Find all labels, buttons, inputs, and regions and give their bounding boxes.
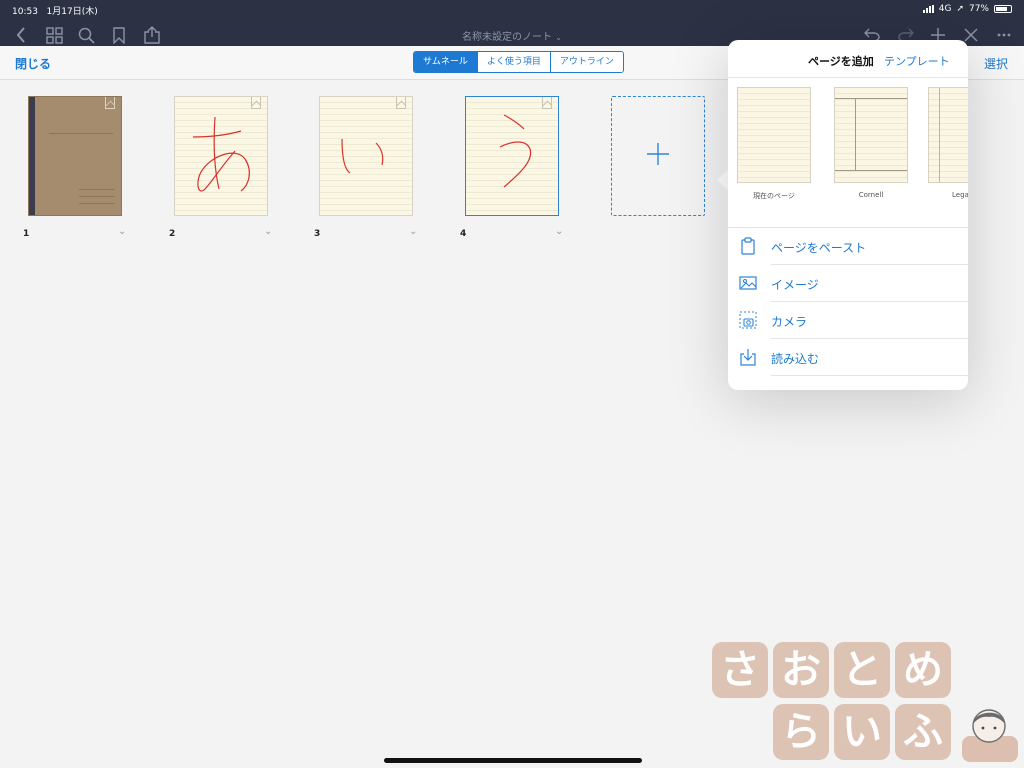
template-label: Lega (952, 191, 968, 199)
watermark-char: い (834, 704, 890, 760)
popover-title: ページを追加 (808, 55, 874, 68)
action-label: 読み込む (771, 352, 820, 366)
cornell-rule (835, 170, 907, 171)
segment-favorites[interactable]: よく使う項目 (476, 52, 550, 72)
close-button[interactable]: 閉じる (15, 55, 51, 72)
action-label: イメージ (771, 278, 819, 292)
add-page-button[interactable] (611, 96, 705, 216)
watermark-char: ら (773, 704, 829, 760)
template-link[interactable]: テンプレート (884, 53, 950, 69)
bookmark-icon[interactable] (396, 97, 406, 109)
cover-rule (49, 133, 113, 134)
action-image[interactable]: イメージ (728, 265, 968, 302)
page-number: 2 (169, 229, 176, 239)
template-cornell[interactable] (834, 87, 908, 183)
page-number: 1 (23, 229, 30, 239)
template-current-page[interactable] (737, 87, 811, 183)
chevron-down-icon: ⌄ (555, 33, 562, 42)
clipboard-icon (739, 237, 757, 255)
watermark-row-2: ら い ふ (773, 704, 951, 760)
template-label: 現在のページ (753, 192, 795, 200)
cover-rule (79, 203, 115, 204)
action-import[interactable]: 読み込む (728, 339, 968, 376)
legal-margin (939, 88, 940, 182)
watermark-row-1: さ お と め (712, 642, 951, 698)
segment-thumbnails[interactable]: サムネール (414, 52, 477, 72)
status-date: 1月17日(木) (46, 7, 98, 17)
signal-icon (922, 5, 934, 13)
plus-icon (646, 139, 670, 174)
cover-rule (79, 196, 115, 197)
page-thumbnail-1[interactable] (28, 96, 122, 216)
action-paste-page[interactable]: ページをペースト (728, 228, 968, 265)
divider (728, 77, 968, 78)
divider (771, 375, 968, 376)
status-indicators: 4G ➚ 77% (922, 4, 1012, 14)
page-number: 4 (460, 229, 467, 239)
watermark-char: め (895, 642, 951, 698)
template-label: Cornell (858, 191, 884, 199)
import-icon (739, 348, 757, 366)
camera-icon (739, 311, 757, 329)
chevron-down-icon[interactable]: ⌄ (118, 226, 126, 237)
handwriting-u (499, 114, 532, 188)
chevron-down-icon[interactable]: ⌄ (555, 226, 563, 237)
battery-percent: 77% (968, 4, 989, 14)
more-icon[interactable] (994, 25, 1014, 45)
action-camera[interactable]: カメラ (728, 302, 968, 339)
watermark-char: ふ (895, 704, 951, 760)
location-icon: ➚ (956, 4, 964, 14)
page-thumbnail-2[interactable] (174, 96, 268, 216)
network-type: 4G (938, 4, 952, 14)
watermark-char: さ (712, 642, 768, 698)
chevron-down-icon[interactable]: ⌄ (264, 226, 272, 237)
cover-rule (79, 189, 115, 190)
bookmark-icon[interactable] (105, 97, 115, 109)
page-thumbnail-4[interactable] (465, 96, 559, 216)
image-icon (739, 274, 757, 292)
cover-spine (29, 97, 35, 215)
view-segmented-control: サムネール よく使う項目 アウトライン (413, 51, 624, 73)
status-time-date: 10:53 1月17日(木) (12, 4, 98, 17)
cornell-rule (855, 98, 856, 170)
action-label: ページをペースト (771, 241, 867, 255)
watermark-char: お (773, 642, 829, 698)
document-title-text: 名称未設定のノート (462, 32, 553, 43)
watermark-char: と (834, 642, 890, 698)
cornell-rule (835, 98, 907, 99)
bookmark-icon[interactable] (251, 97, 261, 109)
battery-icon (994, 5, 1012, 13)
action-label: カメラ (771, 315, 808, 329)
watermark-face-icon (962, 709, 1018, 762)
page-number: 3 (314, 229, 321, 239)
handwriting-i (341, 138, 384, 174)
bookmark-icon[interactable] (542, 97, 552, 109)
select-button[interactable]: 選択 (984, 55, 1008, 72)
page-thumbnail-3[interactable] (319, 96, 413, 216)
template-legal[interactable] (928, 87, 968, 183)
home-indicator[interactable] (384, 758, 642, 763)
handwriting-a (192, 116, 250, 192)
chevron-down-icon[interactable]: ⌄ (409, 226, 417, 237)
segment-outline[interactable]: アウトライン (549, 52, 623, 72)
popover-arrow (717, 170, 728, 190)
add-page-popover: ページを追加 テンプレート 現在のページ Cornell Lega ページをペー… (728, 40, 968, 390)
status-time: 10:53 (12, 7, 38, 17)
